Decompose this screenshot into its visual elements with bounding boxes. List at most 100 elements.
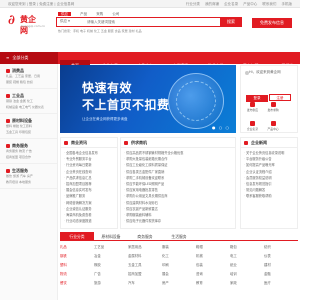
top-link-mobile[interactable]: 手机版 xyxy=(282,2,293,6)
company-news-list: 关于企业黄页信息收录说明 平台服务升级公告 如何提高产品曝光率 企业认证流程介绍… xyxy=(241,148,297,202)
welcome-text: 欢迎您来到 | 登录 | 免费注册 | 企业信息网 xyxy=(8,2,75,6)
sidebar-category[interactable]: 消费品 礼品、工艺品 家居、日用 服装 鞋帽 箱包 纺织 xyxy=(0,64,57,89)
shortcut-products[interactable]: 产品中心 xyxy=(266,121,281,133)
tab-business[interactable]: 商务服务 xyxy=(128,232,162,241)
top-links: 行业分类 我的商铺 企业名录 产品中心 联系我们 手机版 xyxy=(182,0,293,7)
category-link[interactable]: 化工 xyxy=(162,252,196,261)
shortcut-post-supply[interactable]: 发布供应 xyxy=(245,102,260,114)
category-link[interactable]: 仪表 xyxy=(264,252,298,261)
category-row: 餐饮 旅游 汽车 房产 教育 家政 医疗 xyxy=(60,279,298,288)
hot-keywords[interactable]: 热门搜索：手机 电子 机械 化工 五金 服装 食品 家居 建材 礼品 xyxy=(58,29,142,33)
sidebar-category-title: 原材料设备 xyxy=(12,118,32,123)
category-link[interactable]: 箱包 xyxy=(230,243,264,252)
greeting-text: Hi，欢迎来到黄企网 xyxy=(249,70,281,74)
post-info-button[interactable]: 免费发布信息 xyxy=(252,18,292,28)
category-link[interactable]: 建材 xyxy=(264,261,298,270)
category-link[interactable]: 工艺品 xyxy=(94,243,128,252)
sidebar-category[interactable]: 工业品 钢铁 冶金 金属 化工 机械设备 电工电气 仪器仪表 xyxy=(0,89,57,114)
tab-life[interactable]: 生活服务 xyxy=(162,232,196,241)
category-link[interactable]: 电工 xyxy=(230,252,264,261)
category-tabs: 行业分类 原材料设备 商务服务 生活服务 xyxy=(60,232,298,241)
category-link[interactable]: 印刷 xyxy=(162,261,196,270)
category-link[interactable]: 金融 xyxy=(264,270,298,279)
tab-industry[interactable]: 行业分类 xyxy=(60,232,94,241)
menu-icon: ≡ xyxy=(6,55,10,60)
banner-caption: 让企业在黄企网获得更多询盘 xyxy=(82,117,128,121)
search-tab-product[interactable]: 产品 xyxy=(80,12,87,16)
category-row: 钢铁 冶金 金属材料 化工 机械 电工 仪表 xyxy=(60,252,298,261)
category-link[interactable]: 鞋帽 xyxy=(196,243,230,252)
category-link[interactable]: 五金工具 xyxy=(128,261,162,270)
category-link[interactable]: 咨询 xyxy=(196,270,230,279)
category-link[interactable]: 纸业 xyxy=(230,261,264,270)
top-link-my-shop[interactable]: 我的商铺 xyxy=(205,2,219,6)
category-row: 塑料 橡胶 五金工具 印刷 包装 纸业 建材 xyxy=(60,261,298,270)
category-link[interactable]: 物流 xyxy=(60,270,94,279)
category-link[interactable]: 医疗 xyxy=(264,279,298,288)
category-icon xyxy=(6,119,10,123)
category-link[interactable]: 礼品 xyxy=(60,243,94,252)
panel-title: 供求商机 xyxy=(131,140,147,145)
sidebar-category[interactable]: 生活服务 餐饮 旅游 汽车 房产 教育培训 本地服务 xyxy=(0,164,57,189)
directory-icon xyxy=(250,121,255,126)
category-link[interactable]: 教育 xyxy=(196,279,230,288)
all-categories-button[interactable]: ≡ 全部分类 xyxy=(0,52,58,64)
category-link[interactable]: 展会 xyxy=(162,270,196,279)
category-icon xyxy=(6,144,10,148)
category-link[interactable]: 培训 xyxy=(230,270,264,279)
list-item[interactable]: 行业动态深度报道 xyxy=(64,218,114,224)
main-nav: ≡全部分类 首页 企业名录 产品中心 商机资讯 供求商机 招商加盟 公司行业 xyxy=(0,52,300,72)
category-link[interactable]: 包装 xyxy=(196,261,230,270)
category-link[interactable]: 餐饮 xyxy=(60,279,94,288)
shortcut-post-purchase[interactable]: 发布求购 xyxy=(266,102,281,114)
sidebar-category-title: 消费品 xyxy=(12,68,24,73)
carousel-dots[interactable]: ● ○ ○ xyxy=(212,125,230,130)
category-sidebar: 消费品 礼品、工艺品 家居、日用 服装 鞋帽 箱包 纺织 工业品 钢铁 冶金 金… xyxy=(0,64,58,300)
search-tab-company[interactable]: 公司 xyxy=(112,12,119,16)
promo-banner[interactable]: 快速有效 不上首页不扣费 让企业在黄企网获得更多询盘 ● ○ ○ xyxy=(60,65,236,133)
category-link[interactable]: 冶金 xyxy=(94,252,128,261)
category-link[interactable]: 塑料 xyxy=(60,261,94,270)
category-link[interactable]: 招商加盟 xyxy=(128,270,162,279)
category-link[interactable]: 汽车 xyxy=(128,279,162,288)
top-link-contact[interactable]: 联系我们 xyxy=(262,2,276,6)
list-item[interactable]: 供应电子元器件现货库存 xyxy=(124,218,232,224)
search-type-dropdown[interactable]: 供应 ▾ xyxy=(60,18,70,25)
category-link[interactable]: 钢铁 xyxy=(60,252,94,261)
top-link-category[interactable]: 行业分类 xyxy=(186,2,200,6)
sidebar-subcategory[interactable]: 五金工具 印刷包装 xyxy=(6,130,53,136)
search-input[interactable] xyxy=(87,19,207,24)
site-logo[interactable]: ∂ 黄企网 huangqi.com.cn xyxy=(8,12,45,35)
category-link[interactable]: 纺织 xyxy=(264,243,298,252)
search-area: 供应 产品 采购 公司 供应 ▾ 搜索 热门搜索：手机 电子 机械 化工 五金 … xyxy=(56,11,242,37)
sidebar-category[interactable]: 原材料设备 塑料 橡胶 化工原料 五金工具 印刷包装 xyxy=(0,114,57,139)
category-row: 礼品 工艺品 家居用品 服装 鞋帽 箱包 纺织 xyxy=(60,243,298,252)
sidebar-category[interactable]: 商务服务 商务服务 物流 广告 招商加盟 项目合作 xyxy=(0,139,57,164)
top-link-directory[interactable]: 企业名录 xyxy=(224,2,238,6)
tab-materials[interactable]: 原材料设备 xyxy=(94,232,128,241)
search-box: 供应 ▾ 搜索 xyxy=(56,16,242,27)
category-link[interactable]: 广告 xyxy=(94,270,128,279)
category-link[interactable]: 家政 xyxy=(230,279,264,288)
category-link[interactable]: 服装 xyxy=(162,243,196,252)
category-link[interactable]: 金属材料 xyxy=(128,252,162,261)
sidebar-subcategory[interactable]: 教育培训 本地服务 xyxy=(6,180,53,186)
search-button[interactable]: 搜索 xyxy=(220,16,242,27)
category-icon xyxy=(6,169,10,173)
category-link[interactable]: 旅游 xyxy=(94,279,128,288)
category-icon xyxy=(6,69,10,73)
sidebar-subcategory[interactable]: 招商加盟 项目合作 xyxy=(6,155,53,161)
search-tab-purchase[interactable]: 采购 xyxy=(96,12,103,16)
sidebar-subcategory[interactable]: 机械设备 电工电气 仪器仪表 xyxy=(6,105,53,111)
sidebar-subcategory[interactable]: 服装 鞋帽 箱包 纺织 xyxy=(6,80,53,86)
search-tab-supply[interactable]: 供应 xyxy=(58,12,71,16)
top-link-products[interactable]: 产品中心 xyxy=(243,2,257,6)
category-link[interactable]: 机械 xyxy=(196,252,230,261)
category-link[interactable]: 橡胶 xyxy=(94,261,128,270)
list-item[interactable]: 联系客服获取帮助 xyxy=(244,193,294,199)
category-link[interactable]: 家居用品 xyxy=(128,243,162,252)
shortcut-directory[interactable]: 企业名录 xyxy=(245,121,260,133)
category-link[interactable]: 房产 xyxy=(162,279,196,288)
news-panel-company: 企业新闻 关于企业黄页信息收录说明 平台服务升级公告 如何提高产品曝光率 企业认… xyxy=(240,137,298,229)
news-list: 全国各地企业信息发布 专业外贸服务平台 行业资讯每日更新 企业黄页在线查询 产品… xyxy=(61,148,117,226)
